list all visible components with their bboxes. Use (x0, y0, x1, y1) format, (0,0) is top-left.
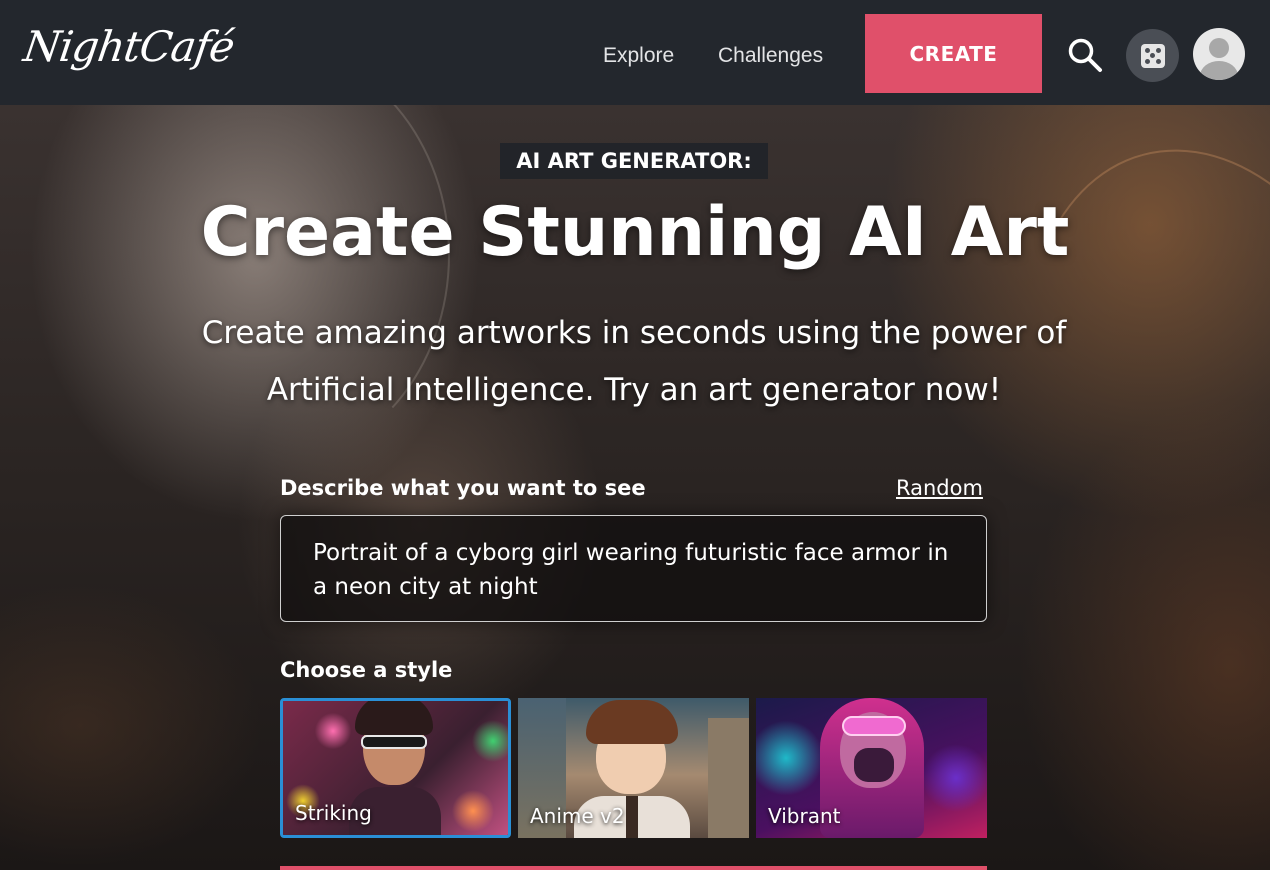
nightcafe-logo[interactable]: NightCafé (21, 22, 237, 71)
top-navbar: NightCafé Explore Challenges CREATE (0, 0, 1270, 105)
nav-link-challenges[interactable]: Challenges (718, 44, 823, 68)
page-title: Create Stunning AI Art (200, 193, 1070, 272)
style-label: Choose a style (280, 658, 453, 682)
generate-button-edge[interactable] (280, 866, 987, 870)
style-card-vibrant[interactable]: Vibrant (756, 698, 987, 838)
random-prompt-link[interactable]: Random (896, 476, 983, 500)
prompt-label: Describe what you want to see (280, 476, 646, 500)
ai-art-generator-badge: AI ART GENERATOR: (500, 143, 768, 179)
style-name: Striking (295, 801, 372, 825)
hero-section: AI ART GENERATOR: Create Stunning AI Art… (0, 105, 1270, 870)
prompt-input[interactable]: Portrait of a cyborg girl wearing futuri… (280, 515, 987, 622)
hero-subtitle: Create amazing artworks in seconds using… (201, 315, 1067, 408)
nav-link-explore[interactable]: Explore (603, 44, 674, 68)
style-card-striking[interactable]: Striking (280, 698, 511, 838)
dice-icon (1140, 43, 1165, 68)
style-name: Vibrant (768, 804, 841, 828)
random-dice-button[interactable] (1126, 29, 1179, 82)
create-button[interactable]: CREATE (865, 14, 1042, 93)
style-name: Anime v2 (530, 804, 625, 828)
user-icon (1200, 38, 1238, 80)
search-icon[interactable] (1066, 36, 1104, 74)
user-avatar[interactable] (1193, 28, 1245, 80)
style-card-anime-v2[interactable]: Anime v2 (518, 698, 749, 838)
